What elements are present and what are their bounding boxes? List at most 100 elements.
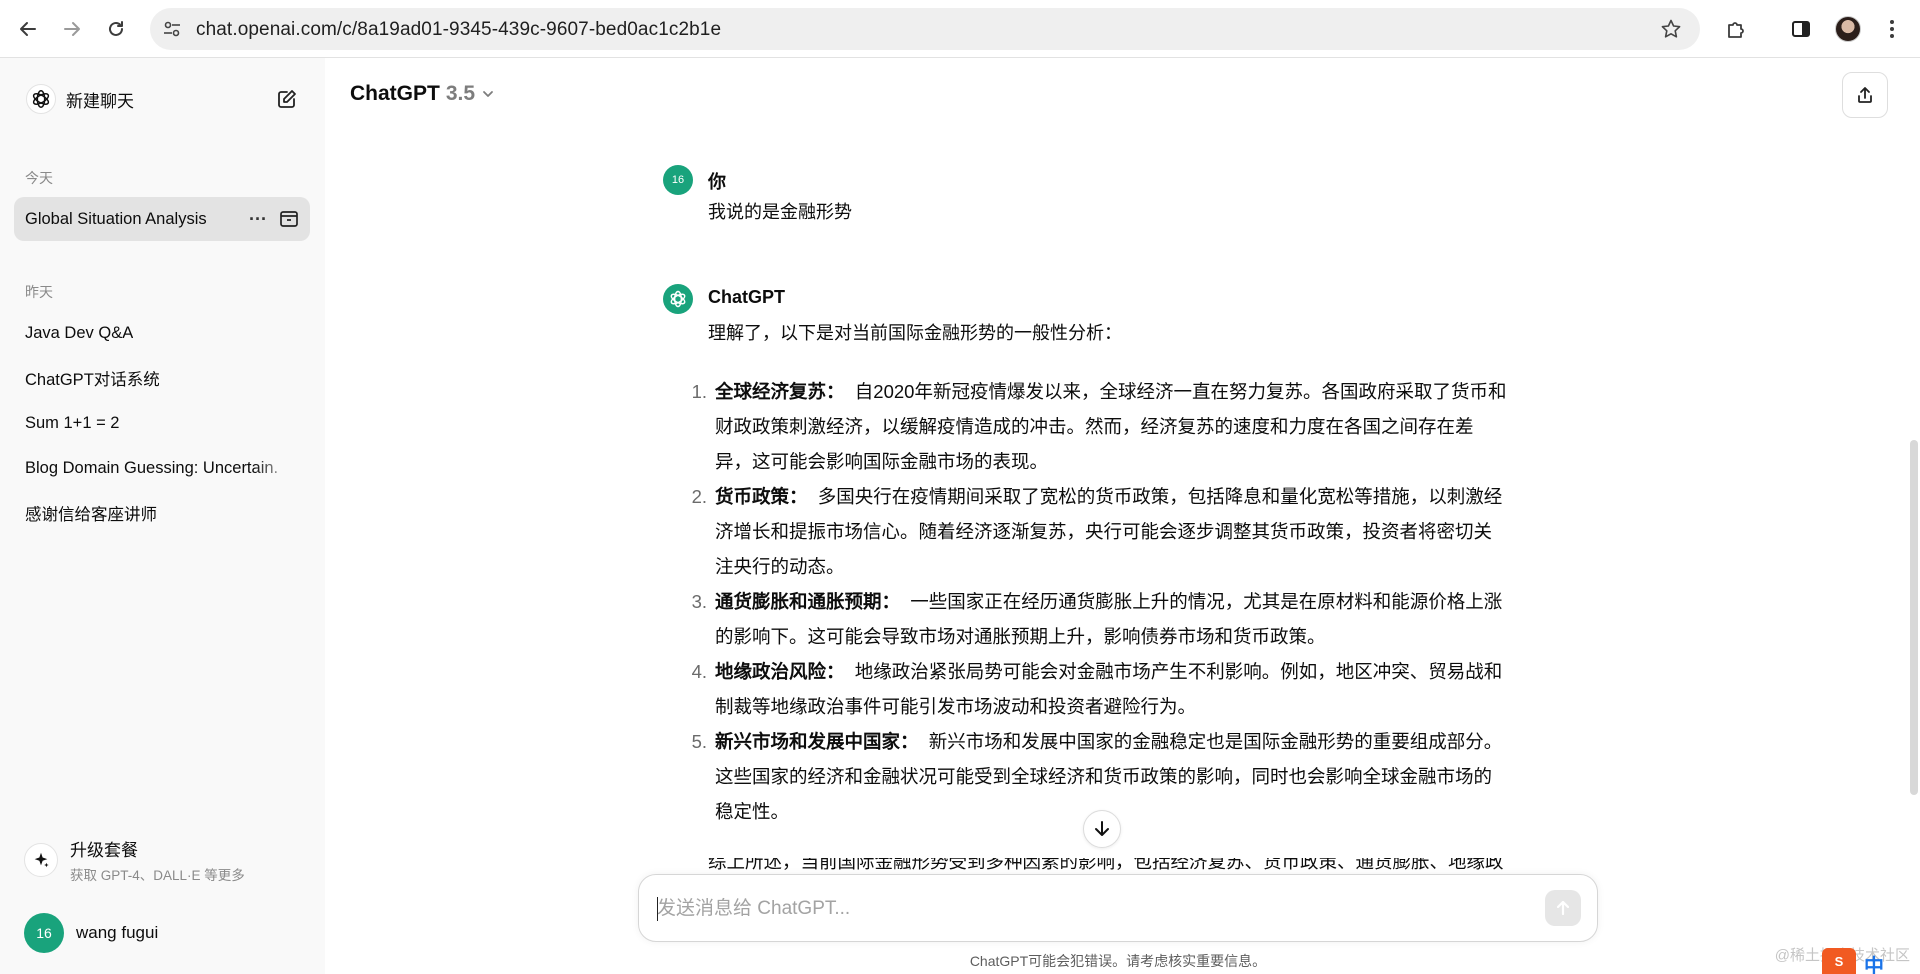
page-scrollbar[interactable]	[1910, 440, 1918, 795]
user-message-avatar: 16	[663, 165, 693, 195]
list-item: 3. 通货膨胀和通胀预期： 一些国家正在经历通货膨胀上升的情况，尤其是在原材料和…	[681, 584, 1561, 654]
compose-icon[interactable]	[276, 88, 298, 110]
sidebar: 新建聊天 今天 Global Situation Analysis ··· 昨天…	[0, 58, 325, 974]
list-item-text: 地缘政治紧张局势可能会对金融市场产生不利影响。例如，地区冲突、贸易战和	[854, 661, 1503, 682]
send-button[interactable]	[1545, 890, 1581, 926]
model-name: ChatGPT	[350, 82, 440, 105]
text-caret	[657, 897, 658, 921]
assistant-avatar	[663, 284, 693, 314]
new-chat-button[interactable]: 新建聊天	[14, 76, 310, 122]
section-label-yesterday: 昨天	[25, 284, 53, 300]
chat-item-label: Blog Domain Guessing: Uncertain.	[25, 458, 279, 477]
profile-button[interactable]	[1832, 13, 1864, 45]
list-item-heading: 新兴市场和发展中国家：	[715, 731, 919, 752]
profile-avatar	[1835, 16, 1861, 42]
user-avatar: 16	[24, 913, 64, 953]
browser-toolbar: chat.openai.com/c/8a19ad01-9345-439c-960…	[0, 0, 1920, 58]
chat-item-blog-domain[interactable]: Blog Domain Guessing: Uncertain.	[14, 446, 310, 490]
chat-item-label: Global Situation Analysis	[25, 209, 207, 228]
list-item-number: 5.	[691, 731, 707, 752]
new-chat-label: 新建聊天	[66, 91, 134, 111]
list-item: 1. 全球经济复苏： 自2020年新冠疫情爆发以来，全球经济一直在努力复苏。各国…	[681, 374, 1561, 479]
list-item-heading: 地缘政治风险：	[715, 661, 845, 682]
chat-item-chatgpt-dialog[interactable]: ChatGPT对话系统	[14, 356, 310, 400]
summary-text-clipped: 综上所述，当前国际金融形势受到多种因素的影响，包括经济复苏、货币政策、通货膨胀、…	[708, 858, 1608, 874]
list-item-text: 制裁等地缘政治事件可能引发市场波动和投资者避险行为。	[715, 696, 1197, 717]
bookmark-star-icon[interactable]	[1660, 18, 1682, 40]
chat-item-label: Java Dev Q&A	[25, 323, 134, 342]
share-icon	[1858, 87, 1872, 103]
list-item-heading: 全球经济复苏：	[715, 381, 845, 402]
list-item-text: 济增长和提振市场信心。随着经济逐渐复苏，央行可能会逐步调整其货币政策，投资者将密…	[715, 521, 1493, 542]
arrow-right-icon	[64, 22, 80, 36]
ime-logo[interactable]: S	[1822, 948, 1856, 974]
list-item-text: 稳定性。	[715, 801, 790, 822]
model-version: 3.5	[445, 82, 476, 105]
list-item-number: 3.	[691, 591, 707, 612]
openai-logo-icon	[32, 90, 50, 108]
list-item-heading: 通货膨胀和通胀预期：	[715, 591, 901, 612]
chat-item-label: ChatGPT对话系统	[25, 371, 160, 389]
address-bar[interactable]: chat.openai.com/c/8a19ad01-9345-439c-960…	[150, 8, 1700, 50]
share-button[interactable]	[1842, 72, 1888, 118]
kebab-menu-icon	[1890, 20, 1894, 38]
list-item-heading: 货币政策：	[715, 486, 808, 507]
upgrade-subtitle: 获取 GPT-4、DALL·E 等更多	[70, 868, 245, 883]
puzzle-icon	[1728, 22, 1744, 38]
chat-main: ChatGPT 3.5 16 你 我说的是金融形势 ChatGPT 理解了，以下…	[325, 58, 1920, 974]
assistant-message-author: ChatGPT	[708, 287, 786, 307]
sparkle-icon	[24, 843, 58, 877]
more-options-button[interactable]: ···	[246, 207, 270, 231]
browser-menu-button[interactable]	[1876, 13, 1908, 45]
model-selector[interactable]: ChatGPT 3.5	[350, 82, 495, 106]
list-item-text: 自2020年新冠疫情爆发以来，全球经济一直在努力复苏。各国政府采取了货币和	[854, 381, 1507, 402]
list-item-text: 一些国家正在经历通货膨胀上升的情况，尤其是在原材料和能源价格上涨	[910, 591, 1503, 612]
list-item-text: 的影响下。这可能会导致市场对通胀预期上升，影响债券市场和货币政策。	[715, 626, 1326, 647]
analysis-list: 1. 全球经济复苏： 自2020年新冠疫情爆发以来，全球经济一直在努力复苏。各国…	[681, 374, 1561, 829]
arrow-up-icon	[1556, 900, 1570, 916]
chat-item-thank-you-letter[interactable]: 感谢信给客座讲师	[14, 491, 310, 535]
upgrade-plan-button[interactable]: 升级套餐 获取 GPT-4、DALL·E 等更多	[14, 832, 310, 888]
back-button[interactable]	[12, 13, 44, 45]
user-message-text: 我说的是金融形势	[708, 202, 852, 222]
ime-language-indicator[interactable]: 中	[1864, 950, 1884, 974]
openai-logo	[26, 84, 56, 114]
list-item-text: 财政政策刺激经济，以缓解疫情造成的冲击。然而，经济复苏的速度和力度在各国之间存在…	[715, 416, 1474, 437]
chat-item-label: Sum 1+1 = 2	[25, 413, 120, 432]
user-menu-button[interactable]: 16 wang fugui	[14, 908, 310, 958]
scroll-to-bottom-button[interactable]	[1083, 810, 1121, 848]
reload-icon	[109, 21, 123, 36]
arrow-left-icon	[20, 22, 36, 36]
list-item: 4. 地缘政治风险： 地缘政治紧张局势可能会对金融市场产生不利影响。例如，地区冲…	[681, 654, 1561, 724]
chevron-down-icon	[483, 91, 493, 97]
list-item-number: 2.	[691, 486, 707, 507]
list-item-text: 多国央行在疫情期间采取了宽松的货币政策，包括降息和量化宽松等措施，以刺激经	[817, 486, 1503, 507]
chat-item-global-situation-analysis[interactable]: Global Situation Analysis ···	[14, 197, 310, 241]
message-composer	[638, 874, 1598, 942]
user-name: wang fugui	[76, 923, 159, 942]
chat-item-sum[interactable]: Sum 1+1 = 2	[14, 401, 310, 445]
forward-button[interactable]	[56, 13, 88, 45]
message-input[interactable]	[657, 895, 1507, 923]
chat-item-java-dev[interactable]: Java Dev Q&A	[14, 311, 310, 355]
arrow-down-icon	[1095, 821, 1109, 836]
reload-button[interactable]	[100, 13, 132, 45]
site-settings-icon[interactable]	[162, 19, 182, 39]
list-item: 2. 货币政策： 多国央行在疫情期间采取了宽松的货币政策，包括降息和量化宽松等措…	[681, 479, 1561, 584]
archive-icon[interactable]	[278, 208, 300, 230]
list-item-number: 4.	[691, 661, 707, 682]
list-item-text: 这些国家的经济和金融状况可能受到全球经济和货币政策的影响，同时也会影响全球金融市…	[715, 766, 1493, 787]
list-item: 5. 新兴市场和发展中国家： 新兴市场和发展中国家的金融稳定也是国际金融形势的重…	[681, 724, 1561, 829]
section-label-today: 今天	[25, 170, 53, 186]
extensions-button[interactable]	[1720, 13, 1752, 45]
list-item-text: 注央行的动态。	[715, 556, 845, 577]
chat-item-label: 感谢信给客座讲师	[25, 506, 157, 524]
side-panel-button[interactable]	[1785, 13, 1817, 45]
openai-logo-icon	[670, 290, 686, 308]
url-text: chat.openai.com/c/8a19ad01-9345-439c-960…	[196, 19, 722, 40]
assistant-intro-text: 理解了，以下是对当前国际金融形势的一般性分析：	[708, 323, 1122, 343]
user-message-author: 你	[708, 172, 726, 192]
list-item-number: 1.	[691, 381, 707, 402]
list-item-text: 异，这可能会影响国际金融市场的表现。	[715, 451, 1049, 472]
summary-text: 综上所述，当前国际金融形势受到多种因素的影响，包括经济复苏、货币政策、通货膨胀、…	[708, 858, 1504, 872]
